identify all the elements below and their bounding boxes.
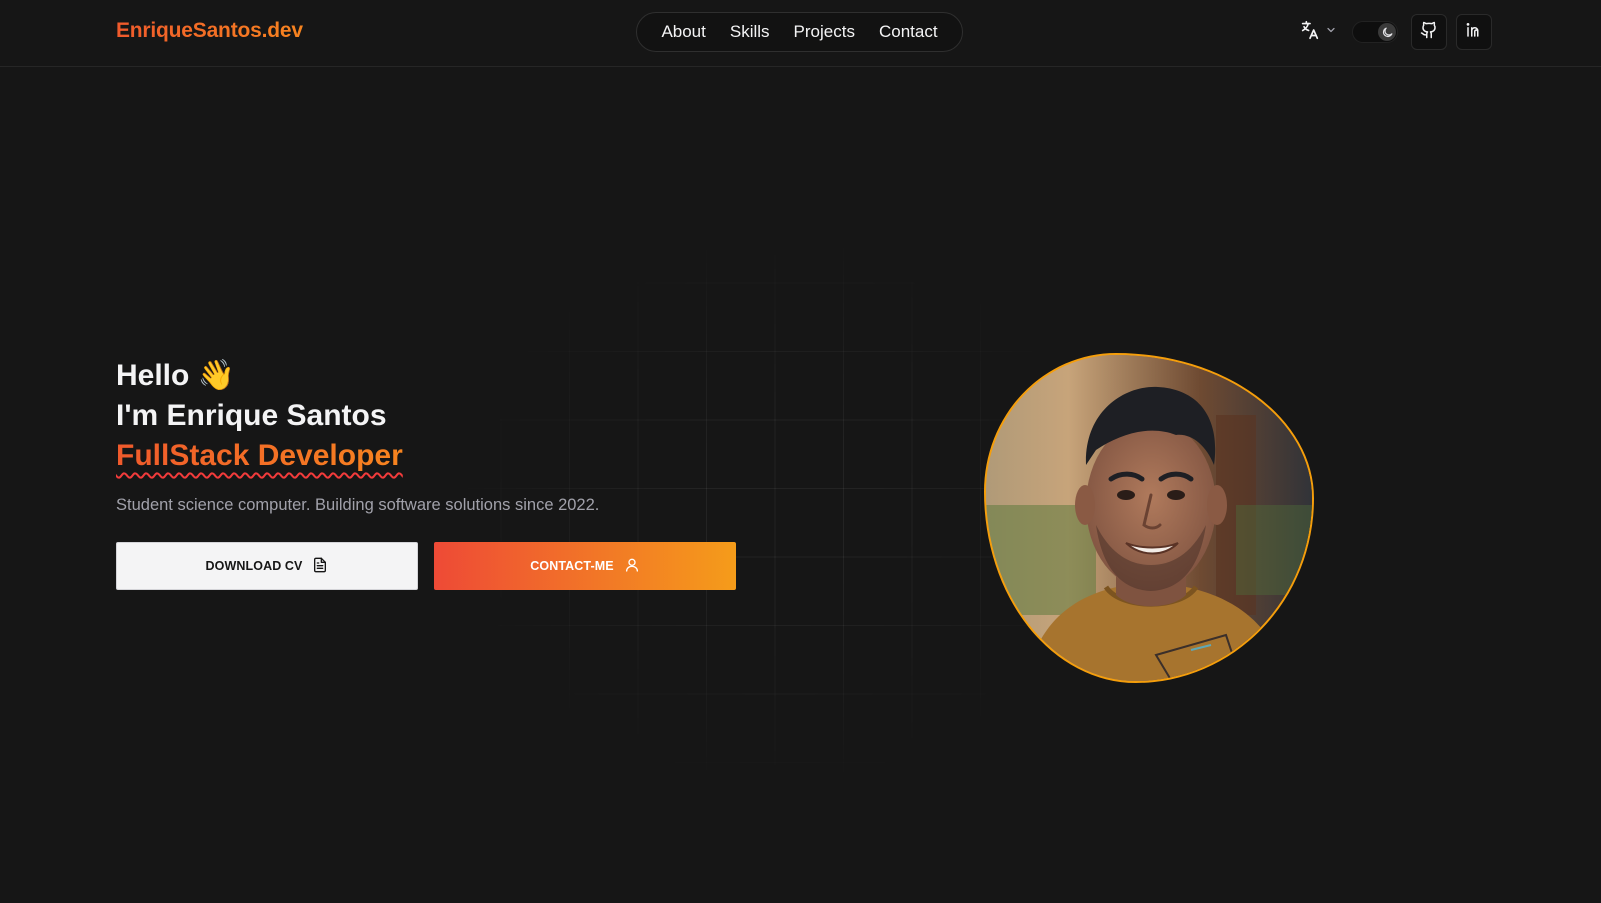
translate-icon (1299, 19, 1321, 46)
moon-icon (1378, 23, 1396, 41)
greeting-line: Hello 👋 (116, 356, 403, 396)
brand-logo[interactable]: EnriqueSantos.dev (116, 19, 303, 43)
role-text: FullStack Developer (116, 439, 403, 472)
document-icon (312, 557, 328, 576)
nav-link-projects[interactable]: Projects (794, 22, 855, 42)
profile-photo (984, 353, 1314, 683)
hero-subtitle: Student science computer. Building softw… (116, 496, 600, 514)
linkedin-button[interactable] (1456, 14, 1492, 50)
nav-link-skills[interactable]: Skills (730, 22, 770, 42)
hero-heading: Hello 👋 I'm Enrique Santos FullStack Dev… (116, 356, 403, 476)
profile-photo-illustration (986, 355, 1312, 681)
chevron-down-icon (1325, 23, 1337, 41)
contact-me-button[interactable]: CONTACT-ME (434, 542, 736, 590)
greeting-text: Hello (116, 359, 190, 392)
intro-line: I'm Enrique Santos (116, 399, 387, 432)
role-line: FullStack Developer (116, 436, 403, 476)
theme-toggle[interactable] (1352, 21, 1398, 43)
download-cv-label: DOWNLOAD CV (205, 559, 303, 573)
nav-link-contact[interactable]: Contact (879, 22, 938, 42)
contact-me-label: CONTACT-ME (530, 559, 614, 573)
user-icon (624, 557, 640, 576)
linkedin-icon (1465, 21, 1483, 44)
github-button[interactable] (1411, 14, 1447, 50)
language-selector[interactable] (1299, 20, 1337, 44)
nav-link-about[interactable]: About (661, 22, 705, 42)
site-header: EnriqueSantos.dev About Skills Projects … (0, 0, 1601, 67)
download-cv-button[interactable]: DOWNLOAD CV (116, 542, 418, 590)
main-nav: About Skills Projects Contact (636, 12, 963, 52)
github-icon (1420, 21, 1438, 44)
waving-hand-icon: 👋 (197, 359, 236, 392)
